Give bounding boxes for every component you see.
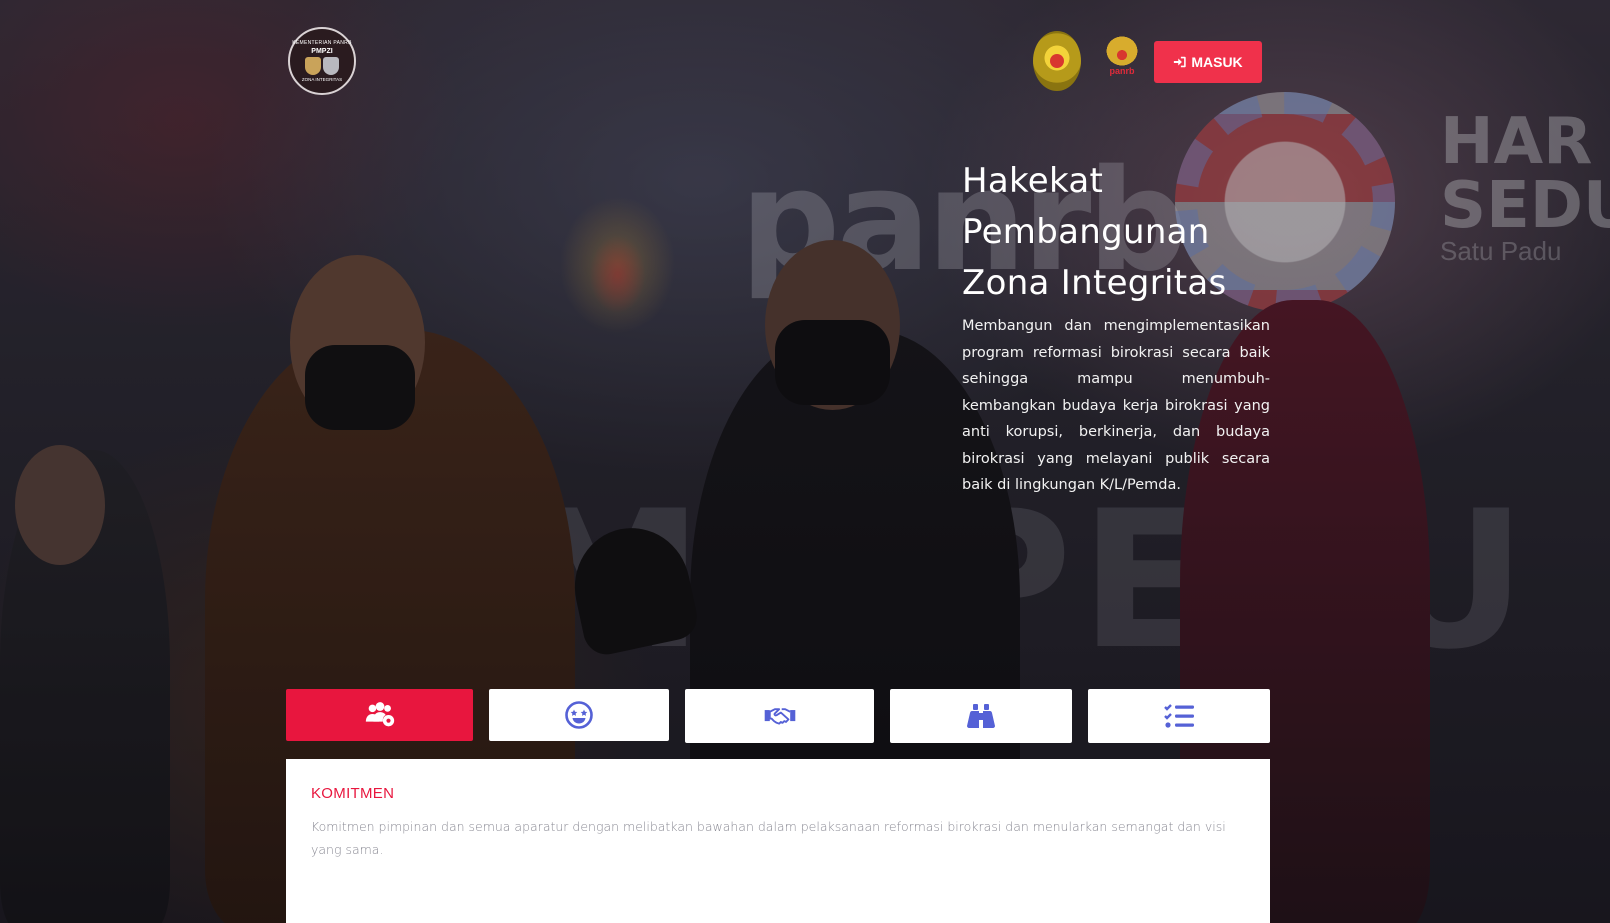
shield-silver-icon — [323, 57, 339, 75]
login-button[interactable]: MASUK — [1154, 41, 1262, 83]
panel-title: KOMITMEN — [311, 785, 395, 802]
hero-title-line: Pembangunan — [962, 212, 1210, 252]
tab-vision[interactable] — [890, 689, 1072, 743]
sign-in-icon — [1174, 56, 1187, 68]
tab-content-panel: KOMITMEN Komitmen pimpinan dan semua apa… — [286, 759, 1270, 923]
panel-body: Komitmen pimpinan dan semua aparatur den… — [311, 819, 1226, 857]
hero-section: Hakekat Pembangunan Zona Integritas Memb… — [962, 156, 1270, 499]
pmpzi-logo[interactable]: KEMENTERIAN PANRB PMPZI ZONA INTEGRITAS — [288, 27, 356, 95]
login-button-label: MASUK — [1191, 54, 1243, 70]
grin-stars-icon — [565, 701, 593, 729]
hero-title-line: Hakekat — [962, 161, 1104, 201]
garuda-icon — [1105, 34, 1139, 68]
logo-top-text: KEMENTERIAN PANRB — [292, 40, 352, 46]
logo-shields — [305, 57, 339, 75]
handshake-icon — [764, 708, 795, 725]
hero-title-line: Zona Integritas — [962, 263, 1227, 303]
panrb-logo-text: panrb — [1109, 66, 1135, 76]
seal-center-icon — [1050, 54, 1064, 68]
hero-title: Hakekat Pembangunan Zona Integritas — [962, 156, 1270, 309]
tasks-checklist-icon — [1164, 704, 1194, 728]
tab-komitmen[interactable] — [286, 689, 473, 741]
logo-mid-text: PMPZI — [311, 48, 333, 55]
shield-gold-icon — [305, 57, 321, 75]
hero-description: Membangun dan mengimplementasikan progra… — [962, 318, 1270, 493]
logo-bottom-text: ZONA INTEGRITAS — [301, 77, 343, 82]
tab-motivation[interactable] — [489, 689, 669, 741]
institution-seal-logo — [1033, 31, 1081, 91]
panrb-logo: panrb — [1102, 34, 1142, 92]
tab-checklist[interactable] — [1088, 689, 1270, 743]
tab-cooperation[interactable] — [685, 689, 874, 743]
users-cog-icon — [365, 702, 394, 727]
binoculars-icon — [967, 704, 995, 728]
